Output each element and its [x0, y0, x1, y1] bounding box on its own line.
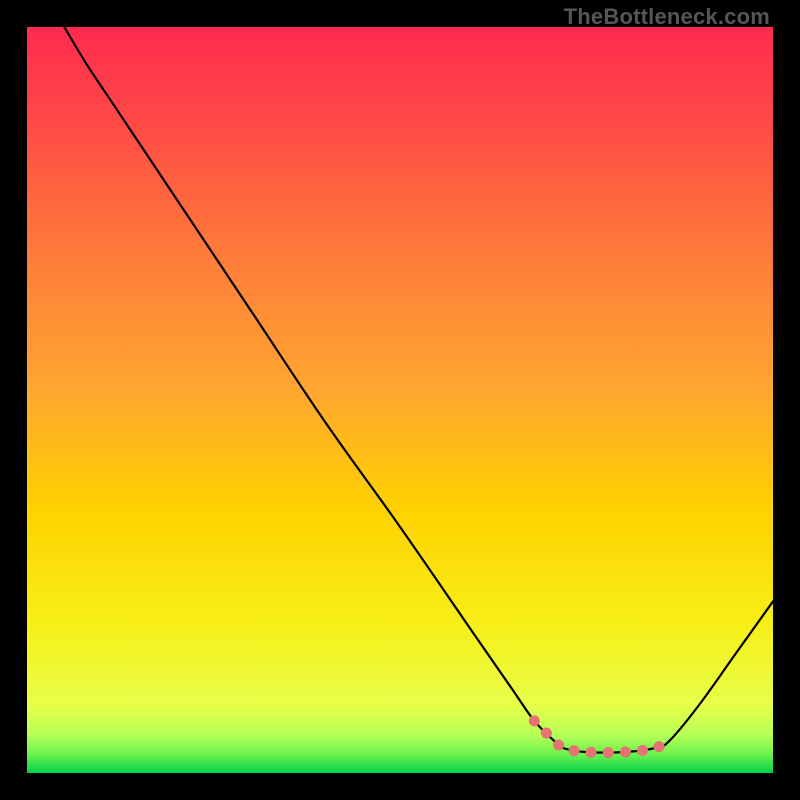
chart-frame: TheBottleneck.com — [0, 0, 800, 800]
plot-area — [27, 27, 773, 773]
gradient-background — [27, 27, 773, 773]
chart-svg — [27, 27, 773, 773]
